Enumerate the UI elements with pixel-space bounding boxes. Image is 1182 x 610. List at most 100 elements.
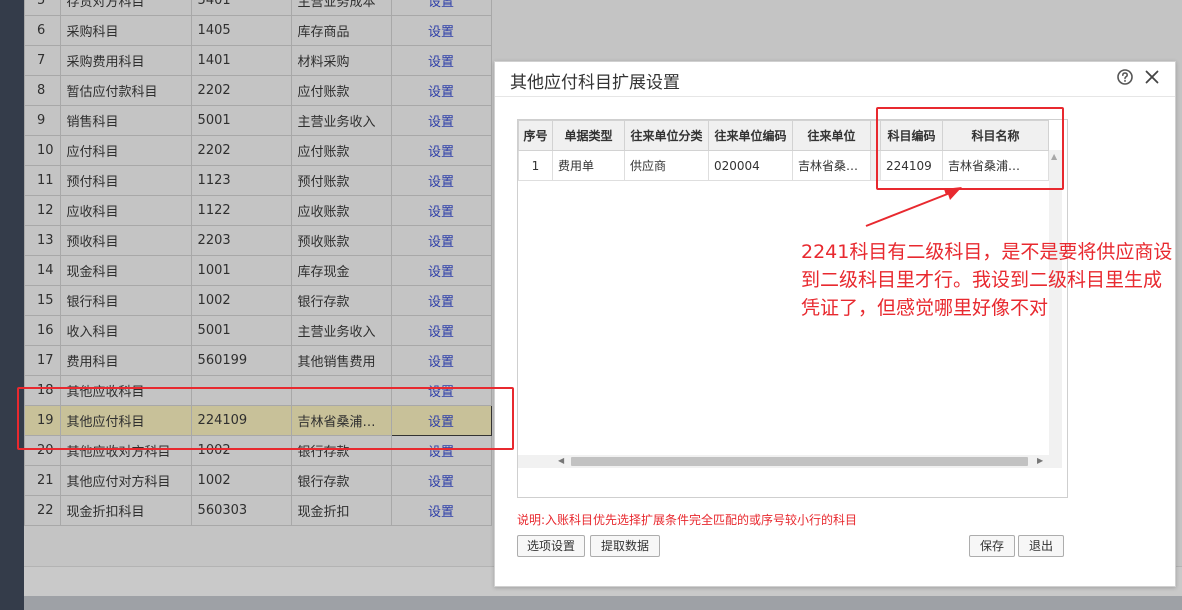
row-number: 9 <box>24 105 61 136</box>
scroll-up-arrow-icon[interactable]: ▲ <box>1051 152 1057 161</box>
extract-data-button[interactable]: 提取数据 <box>590 535 660 557</box>
grid-cell-doc-type[interactable]: 费用单 <box>552 150 625 181</box>
row-account-code: 560199 <box>190 345 292 376</box>
row-account-desc: 吉林省桑浦… <box>290 405 392 436</box>
row-account-code: 2202 <box>190 135 292 166</box>
row-settings-link[interactable]: 设置 <box>390 15 492 46</box>
row-account-code: 1122 <box>190 195 292 226</box>
grid-cell-partner-code[interactable]: 020004 <box>708 150 793 181</box>
exit-button[interactable]: 退出 <box>1018 535 1064 557</box>
row-settings-link[interactable]: 设置 <box>390 135 492 166</box>
row-account-desc: 其他销售费用 <box>290 345 392 376</box>
row-number: 7 <box>24 45 61 76</box>
row-account-desc: 应付账款 <box>290 75 392 106</box>
title-separator <box>495 96 1175 97</box>
table-row: 11 预付科目 1123 预付账款 设置 <box>24 165 492 196</box>
row-settings-link[interactable]: 设置 <box>390 315 492 346</box>
table-row: 9 销售科目 5001 主营业务收入 设置 <box>24 105 492 136</box>
table-row: 6 采购科目 1405 库存商品 设置 <box>24 15 492 46</box>
grid-cell-no[interactable]: 1 <box>518 150 553 181</box>
row-account-name: 其他应付科目 <box>59 405 192 436</box>
row-number: 13 <box>24 225 61 256</box>
grid-cell-account-name[interactable]: 吉林省桑浦… <box>942 150 1049 181</box>
row-number: 10 <box>24 135 61 166</box>
row-settings-link[interactable]: 设置 <box>390 435 492 466</box>
row-settings-link[interactable]: 设置 <box>390 285 492 316</box>
row-account-desc: 应收账款 <box>290 195 392 226</box>
row-account-desc: 银行存款 <box>290 435 392 466</box>
row-account-name: 存货对方科目 <box>59 0 192 16</box>
row-account-code: 1002 <box>190 285 292 316</box>
row-account-code: 5001 <box>190 315 292 346</box>
grid-row[interactable]: 1 费用单 供应商 020004 吉林省桑… 224109 吉林省桑浦… <box>518 150 1049 181</box>
row-account-name: 暂估应付款科目 <box>59 75 192 106</box>
grid-header-cell[interactable]: 科目编码 <box>880 120 943 151</box>
grid-header-cell[interactable]: 科目名称 <box>942 120 1049 151</box>
row-number: 12 <box>24 195 61 226</box>
row-settings-link[interactable]: 设置 <box>390 195 492 226</box>
row-account-name: 其他应收对方科目 <box>59 435 192 466</box>
table-row: 12 应收科目 1122 应收账款 设置 <box>24 195 492 226</box>
table-row: 21 其他应付对方科目 1002 银行存款 设置 <box>24 465 492 496</box>
row-account-name: 其他应收科目 <box>59 375 192 406</box>
grid-header-cell[interactable]: 单据类型 <box>552 120 625 151</box>
row-number: 8 <box>24 75 61 106</box>
row-account-name: 预付科目 <box>59 165 192 196</box>
extension-grid: 序号 单据类型 往来单位分类 往来单位编码 往来单位 科目编码 科目名称 1 费用单 供应商 02… <box>518 120 1049 181</box>
row-settings-link[interactable]: 设置 <box>390 165 492 196</box>
row-settings-link[interactable]: 设置 <box>390 105 492 136</box>
row-account-desc: 预付账款 <box>290 165 392 196</box>
table-row: 10 应付科目 2202 应付账款 设置 <box>24 135 492 166</box>
row-number: 16 <box>24 315 61 346</box>
grid-cell-account-code[interactable]: 224109 <box>880 150 943 181</box>
options-settings-button[interactable]: 选项设置 <box>517 535 585 557</box>
row-number: 22 <box>24 495 61 526</box>
horizontal-scrollbar[interactable]: ◀ ▶ <box>518 455 1062 468</box>
background-footer <box>24 596 1182 610</box>
row-settings-link[interactable]: 设置 <box>390 75 492 106</box>
grid-header-cell[interactable]: 往来单位 <box>792 120 871 151</box>
row-number: 6 <box>24 15 61 46</box>
left-sidebar-strip <box>0 0 24 610</box>
grid-cell-partner[interactable]: 吉林省桑… <box>792 150 871 181</box>
grid-header-cell[interactable] <box>870 120 881 151</box>
row-account-name: 现金科目 <box>59 255 192 286</box>
scroll-right-arrow-icon[interactable]: ▶ <box>1037 456 1043 465</box>
dialog-title: 其他应付科目扩展设置 <box>510 73 680 93</box>
extension-settings-dialog: 其他应付科目扩展设置 序号 单据类型 往来单位分类 往来单位编码 往来单位 科目编码 科目名… <box>494 61 1176 587</box>
row-account-name: 应付科目 <box>59 135 192 166</box>
row-account-code: 2202 <box>190 75 292 106</box>
row-account-desc: 预收账款 <box>290 225 392 256</box>
scroll-left-arrow-icon[interactable]: ◀ <box>558 456 564 465</box>
annotation-text: 2241科目有二级科目，是不是要将供应商设到二级科目里才行。我设到二级科目里生成… <box>801 241 1173 319</box>
row-account-name: 收入科目 <box>59 315 192 346</box>
row-settings-link[interactable]: 设置 <box>390 0 492 16</box>
row-settings-link[interactable]: 设置 <box>390 465 492 496</box>
table-row: 15 银行科目 1002 银行存款 设置 <box>24 285 492 316</box>
grid-header-cell[interactable]: 往来单位分类 <box>624 120 709 151</box>
row-number: 17 <box>24 345 61 376</box>
grid-cell-partner-class[interactable]: 供应商 <box>624 150 709 181</box>
row-account-code: 5001 <box>190 105 292 136</box>
row-settings-link[interactable]: 设置 <box>390 345 492 376</box>
grid-header-cell[interactable]: 序号 <box>518 120 553 151</box>
row-settings-link[interactable]: 设置 <box>390 405 492 436</box>
row-settings-link[interactable]: 设置 <box>390 375 492 406</box>
save-button[interactable]: 保存 <box>969 535 1015 557</box>
row-account-desc: 主营业务收入 <box>290 315 392 346</box>
row-number: 20 <box>24 435 61 466</box>
row-account-code: 1002 <box>190 435 292 466</box>
row-account-desc: 现金折扣 <box>290 495 392 526</box>
row-number: 5 <box>24 0 61 16</box>
table-row: 18 其他应收科目 设置 <box>24 375 492 406</box>
grid-header-cell[interactable]: 往来单位编码 <box>708 120 793 151</box>
row-settings-link[interactable]: 设置 <box>390 255 492 286</box>
row-account-desc: 库存商品 <box>290 15 392 46</box>
row-settings-link[interactable]: 设置 <box>390 45 492 76</box>
row-account-name: 其他应付对方科目 <box>59 465 192 496</box>
question-circle-icon[interactable] <box>1116 68 1134 86</box>
row-settings-link[interactable]: 设置 <box>390 225 492 256</box>
horizontal-scroll-thumb[interactable] <box>571 457 1028 466</box>
close-x-icon[interactable] <box>1143 68 1161 86</box>
row-settings-link[interactable]: 设置 <box>390 495 492 526</box>
